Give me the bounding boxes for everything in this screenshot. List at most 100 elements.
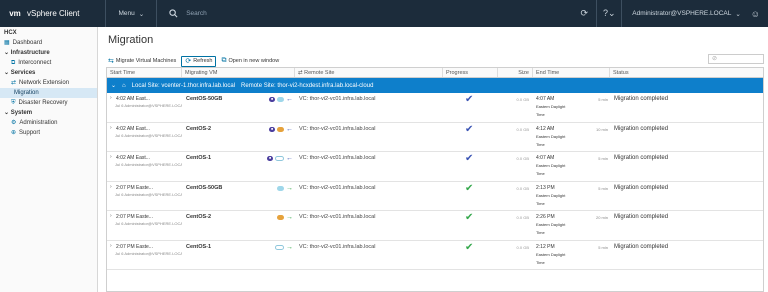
- arrow-right-icon: →: [286, 243, 293, 251]
- sidebar: HCX ▦ Dashboard ⌄ Infrastructure ⧉ Interco…: [0, 27, 98, 292]
- vm-name[interactable]: CentOS-1: [186, 244, 211, 250]
- column-start-time[interactable]: Start Time: [107, 68, 182, 77]
- column-size[interactable]: Size: [498, 68, 533, 77]
- sidebar-section-services[interactable]: ⌄ Services: [0, 68, 97, 78]
- vm-name[interactable]: CentOS-2: [186, 126, 211, 132]
- vm-name[interactable]: CentOS-2: [186, 214, 211, 220]
- sidebar-item-dashboard[interactable]: ▦ Dashboard: [0, 38, 97, 48]
- user-menu[interactable]: Administrator@VSPHERE.LOCAL ⌄: [622, 0, 751, 27]
- progress-cell: ✔: [443, 241, 498, 270]
- size-value: 0.0 GB: [516, 156, 529, 161]
- column-end-time[interactable]: End Time: [533, 68, 610, 77]
- column-remote-site[interactable]: ⇄ Remote Site: [295, 68, 443, 77]
- building-icon: ⌂: [122, 82, 126, 89]
- sidebar-item-network-extension[interactable]: ⇄ Network Extension: [0, 78, 97, 88]
- open-new-window-button[interactable]: ⧉ Open in new window: [218, 56, 282, 67]
- start-time-cell: › 4:02 AM East... Jul 6 Administrator@VSPH…: [107, 152, 182, 181]
- help-icon[interactable]: ?⌄: [597, 8, 621, 19]
- migrate-vms-button[interactable]: ⇆ Migrate Virtual Machines: [105, 56, 179, 67]
- start-time-cell: › 2:07 PM Easte... Jul 6 Administrator@VSP…: [107, 182, 182, 211]
- expand-icon[interactable]: ›: [110, 184, 112, 190]
- table-row[interactable]: › 2:07 PM Easte... Jul 6 Administrator@VSP…: [107, 182, 763, 211]
- end-time: 4:07 AM: [536, 96, 555, 102]
- vm-type-badge: [277, 215, 284, 220]
- search-icon: [169, 9, 178, 18]
- vm-type-badge: [277, 97, 284, 102]
- external-link-icon: ⧉: [221, 57, 227, 64]
- end-time-cell: 4:07 AM Eastern Daylight Time 5 min: [533, 93, 610, 122]
- status-cell: Migration completed: [610, 93, 763, 122]
- sidebar-item-interconnect[interactable]: ⧉ Interconnect: [0, 58, 97, 68]
- column-progress[interactable]: Progress: [443, 68, 498, 77]
- end-timezone: Eastern Daylight: [536, 251, 566, 257]
- status-cell: Migration completed: [610, 152, 763, 181]
- sidebar-root: HCX: [4, 30, 17, 36]
- duration: 10 min: [595, 126, 608, 132]
- sidebar-section-system[interactable]: ⌄ System: [0, 108, 97, 118]
- refresh-icon[interactable]: ⟳: [572, 8, 596, 19]
- expand-icon[interactable]: ›: [110, 95, 112, 101]
- size-value: 0.0 GB: [516, 215, 529, 220]
- column-migrating-vm[interactable]: Migrating VM: [182, 68, 295, 77]
- chevron-down-icon: ⌄: [735, 10, 741, 18]
- status-text: Migration completed: [614, 125, 669, 132]
- vm-name[interactable]: CentOS-1: [186, 155, 211, 161]
- chevron-down-icon: ⌄: [4, 50, 11, 56]
- chevron-down-icon: ⌄: [4, 70, 11, 76]
- global-search[interactable]: Search: [157, 0, 572, 27]
- vm-name[interactable]: CentOS-50GB: [186, 185, 222, 191]
- end-time-cell: 4:07 AM Eastern Daylight Time 5 min: [533, 152, 610, 181]
- status-text: Migration completed: [614, 243, 669, 250]
- vm-cell: CentOS-2 →: [182, 211, 295, 240]
- size-cell: 0.0 GB: [498, 152, 533, 181]
- top-navigation-bar: vm vSphere Client Menu ⌄ Search ⟳ ?⌄ Admi…: [0, 0, 768, 27]
- remote-site-value: VC: thor-vi2-vc01.infra.lab.local: [299, 96, 376, 102]
- filter-input[interactable]: ⊘: [708, 54, 764, 64]
- sidebar-section-infrastructure[interactable]: ⌄ Infrastructure: [0, 48, 97, 58]
- size-cell: 0.0 GB: [498, 123, 533, 152]
- expand-icon[interactable]: ›: [110, 213, 112, 219]
- refresh-button[interactable]: ⟳ Refresh: [181, 55, 217, 67]
- end-timezone: Eastern Daylight: [536, 163, 566, 168]
- duration: 5 min: [598, 185, 608, 191]
- sidebar-item-label: Interconnect: [18, 60, 52, 66]
- vm-name[interactable]: CentOS-50GB: [186, 96, 222, 102]
- end-time: 4:12 AM: [536, 125, 555, 132]
- sidebar-item-support[interactable]: ⊕ Support: [0, 128, 97, 138]
- vm-cell: CentOS-1 →: [182, 241, 295, 270]
- vm-type-badge: [277, 126, 284, 132]
- app-title[interactable]: vSphere Client: [27, 9, 79, 18]
- expand-icon[interactable]: ›: [110, 154, 112, 160]
- start-user: Jul 6 Administrator@VSPHERE.LOCAL: [115, 103, 182, 108]
- table-row[interactable]: › 2:07 PM Easte... Jul 6 Administrator@VSP…: [107, 211, 763, 241]
- menu-button[interactable]: Menu ⌄: [106, 0, 156, 27]
- start-time: 4:02 AM East...: [116, 155, 150, 161]
- size-cell: 0.0 GB: [498, 211, 533, 240]
- expand-icon[interactable]: ›: [110, 243, 112, 249]
- table-row[interactable]: › 2:07 PM Easte... Jul 6 Administrator@VSP…: [107, 241, 763, 270]
- table-row[interactable]: › 4:02 AM East... Jul 6 Administrator@VSPH…: [107, 152, 763, 182]
- status-cell: Migration completed: [610, 123, 763, 152]
- end-timezone-suffix: Time: [536, 141, 545, 147]
- table-row[interactable]: › 4:02 AM East... Jul 6 Administrator@VSPH…: [107, 93, 763, 123]
- sidebar-item-migration[interactable]: Migration: [0, 88, 97, 98]
- remote-site-cell: VC: thor-vi2-vc01.infra.lab.local: [295, 152, 443, 181]
- table-row[interactable]: › 4:02 AM East... Jul 6 Administrator@VSPH…: [107, 123, 763, 152]
- sidebar-item-label: Disaster Recovery: [18, 100, 68, 106]
- size-cell: 0.0 GB: [498, 93, 533, 122]
- status-text: Migration completed: [614, 214, 669, 220]
- start-time-cell: › 2:07 PM Easte... Jul 6 Administrator@VSP…: [107, 241, 182, 270]
- expand-icon[interactable]: ›: [110, 125, 112, 131]
- checkmark-icon: ✔: [465, 94, 474, 105]
- start-time-cell: › 2:07 PM Easte... Jul 6 Administrator@VSP…: [107, 211, 182, 240]
- feedback-smiley-icon[interactable]: ☺: [751, 9, 768, 19]
- sidebar-item-administration[interactable]: ⚙ Administration: [0, 118, 97, 128]
- site-group-row[interactable]: ⌄ ⌂ Local Site: vcenter-1.thor.infra.lab…: [107, 78, 763, 93]
- end-time-cell: 2:13 PM Eastern Daylight Time 5 min: [533, 182, 610, 211]
- sidebar-item-disaster-recovery[interactable]: ⛨ Disaster Recovery: [0, 98, 97, 108]
- column-status[interactable]: Status: [610, 68, 763, 77]
- migration-table: Start Time Migrating VM ⇄ Remote Site Pr…: [106, 67, 764, 292]
- vmware-logo[interactable]: vm: [7, 8, 23, 20]
- arrow-left-icon: ←: [286, 96, 293, 103]
- start-time: 2:07 PM Easte...: [116, 214, 153, 220]
